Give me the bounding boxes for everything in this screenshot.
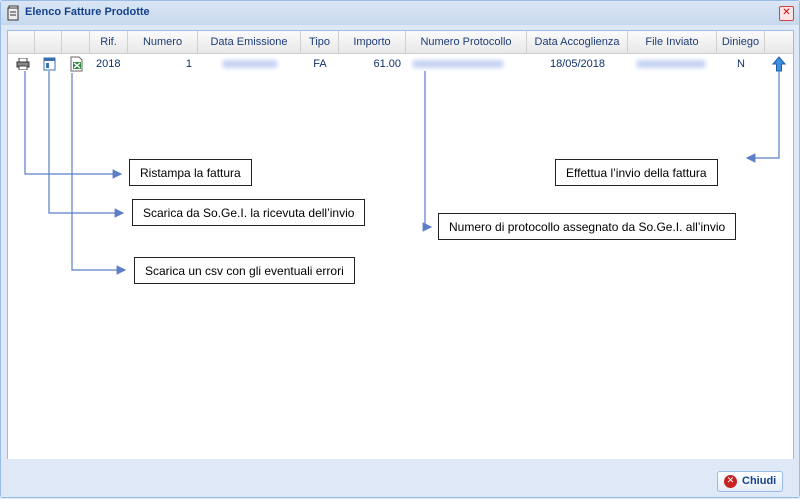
close-button-label: Chiudi [742,475,777,487]
callout-send: Effettua l’invio della fattura [555,159,718,186]
close-icon: ✕ [724,475,737,488]
invoice-list-window: Elenco Fatture Prodotte ✕ Rif. Numero Da… [0,0,800,498]
callout-receipt: Scarica da So.Ge.I. la ricevuta dell’inv… [132,199,366,226]
callout-reprint: Ristampa la fattura [129,159,252,186]
window-footer [1,459,799,497]
close-button[interactable]: ✕ Chiudi [717,471,783,492]
callout-protocol: Numero di protocollo assegnato da So.Ge.… [438,213,737,240]
callout-csv: Scarica un csv con gli eventuali errori [134,257,355,284]
callout-arrows [24,71,780,275]
